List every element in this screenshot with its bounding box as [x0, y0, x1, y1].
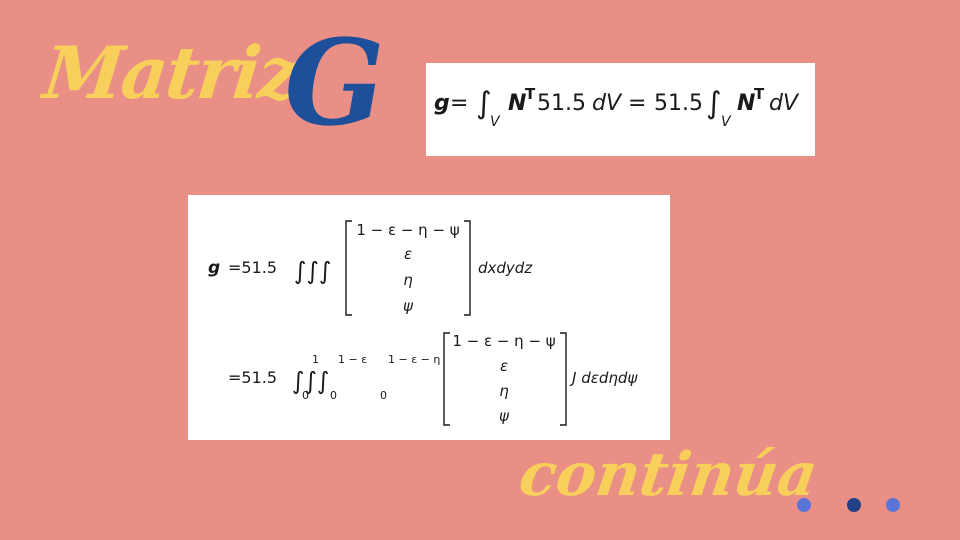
eq2-row1-left-bracket	[345, 220, 352, 316]
ellipsis-dot-3	[886, 498, 900, 512]
eq1-equals-2: =	[628, 91, 646, 116]
eq2-row2-differential: J dεdηdψ	[569, 369, 638, 387]
eq2-row1-vector-3: η	[403, 271, 413, 289]
eq1-transpose-term-2: N	[737, 91, 755, 116]
eq2-row1-vector-4: ψ	[403, 297, 414, 315]
eq1-domain: V	[490, 114, 501, 130]
eq2-row2-vector-4: ψ	[499, 407, 510, 425]
eq1-integral-2: ∫	[706, 86, 722, 121]
eq2-limit-2-lower: 0	[330, 389, 337, 402]
eq2-row1-differential: dxdydz	[478, 259, 533, 277]
eq1-superscript-2: T	[754, 85, 765, 103]
eq1-differential-2: dV	[769, 91, 800, 116]
eq2-row2-prefix: =51.5	[228, 368, 277, 387]
eq1-superscript: T	[525, 85, 536, 103]
eq1-coefficient: 51.5	[654, 91, 703, 116]
continua-label: continúa	[515, 440, 822, 510]
eq2-row1-right-bracket	[464, 220, 471, 316]
ellipsis-dot-1	[797, 498, 811, 512]
eq2-lhs: g	[208, 258, 220, 278]
equation-card-2: g =51.5 ∫∫∫ 1 − ε − η − ψ ε η ψ dxdydz =…	[188, 195, 670, 440]
eq2-row2-vector-1: 1 − ε − η − ψ	[452, 332, 555, 350]
slide-title-word: Matriz	[39, 30, 303, 115]
eq1-mid-factor: 51.5	[537, 91, 586, 116]
eq2-row2-left-bracket	[443, 332, 450, 426]
eq2-row2-right-bracket	[560, 332, 567, 426]
equation-card-1: g = ∫ V N T 51.5 dV = 51.5 ∫ V N T dV	[426, 63, 815, 156]
eq2-row2-integral-1: ∫∫∫	[292, 367, 330, 395]
eq2-limit-1-lower: 0	[302, 389, 309, 402]
eq2-row2-vector-2: ε	[500, 357, 508, 375]
eq1-domain-2: V	[721, 114, 732, 130]
eq1-differential: dV	[592, 91, 623, 116]
eq2-row1-vector-1: 1 − ε − η − ψ	[356, 221, 459, 239]
ellipsis-dot-2	[847, 498, 861, 512]
eq2-limit-1-upper: 1	[312, 353, 319, 366]
eq1-lhs: g	[434, 91, 450, 116]
eq2-limit-3-upper: 1 − ε − η	[388, 353, 440, 366]
eq2-triple-integral: ∫∫∫	[294, 257, 332, 285]
eq2-row1-prefix: =51.5	[228, 258, 277, 277]
eq1-transpose-term: N	[508, 91, 526, 116]
eq1-equals: =	[450, 91, 468, 116]
eq2-row1-vector-2: ε	[404, 245, 412, 263]
eq2-row2-vector-3: η	[499, 382, 509, 400]
equation-2-formula: g =51.5 ∫∫∫ 1 − ε − η − ψ ε η ψ dxdydz =…	[208, 220, 638, 426]
eq2-limit-3-lower: 0	[380, 389, 387, 402]
eq2-limit-2-upper: 1 − ε	[338, 353, 367, 366]
equation-1-formula: g = ∫ V N T 51.5 dV = 51.5 ∫ V N T dV	[434, 85, 800, 130]
slide-title-letter: G	[271, 13, 398, 152]
